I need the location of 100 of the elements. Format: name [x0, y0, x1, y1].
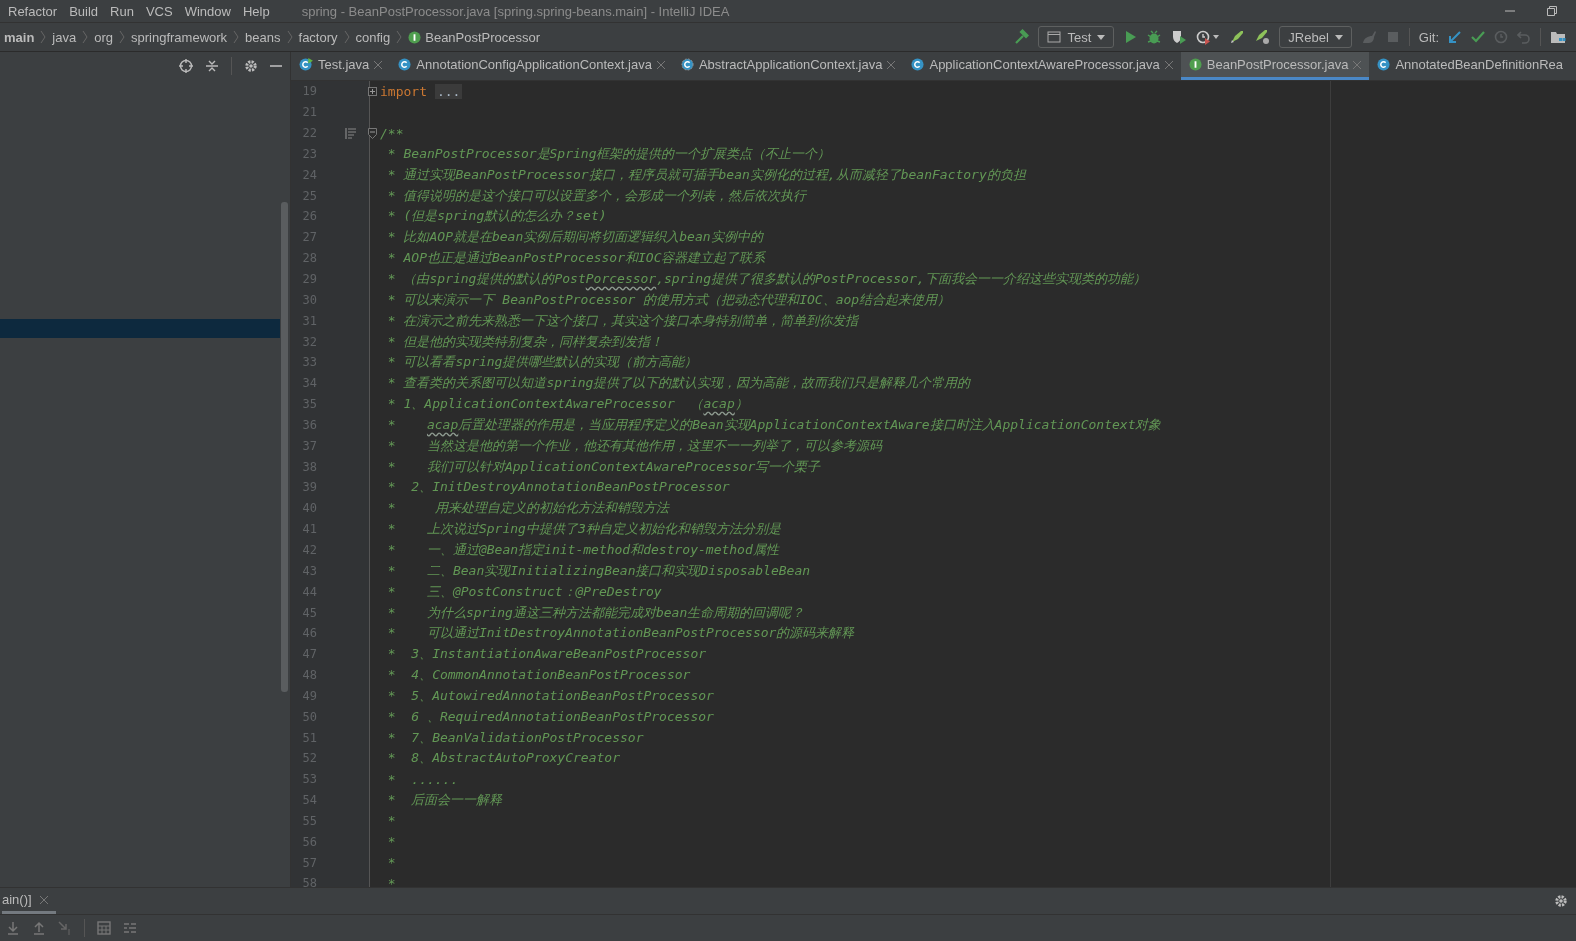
comment-text: * 4、CommonAnnotationBeanPostProcessor	[386, 666, 691, 685]
settings-icon[interactable]	[1554, 894, 1568, 908]
comment-text: * 用来处理自定义的初始化方法和销毁方法	[386, 499, 669, 518]
comment-text: * 6 、RequiredAnnotationBeanPostProcessor	[386, 707, 714, 726]
editor-tab[interactable]: ApplicationContextAwareProcessor.java	[903, 52, 1181, 80]
close-icon[interactable]	[374, 60, 383, 69]
comment-text: * 7、BeanValidationPostProcessor	[386, 728, 644, 747]
comment-text: *	[386, 876, 396, 887]
menu-item[interactable]: VCS	[145, 3, 173, 19]
run-config-dropdown[interactable]: Test	[1038, 26, 1115, 48]
close-icon[interactable]	[39, 895, 48, 904]
interface-icon	[1188, 58, 1202, 71]
close-icon[interactable]	[887, 60, 896, 69]
settings-icon[interactable]	[244, 59, 258, 73]
run-tab[interactable]: ain()]	[2, 888, 56, 914]
scrollbar-thumb[interactable]	[281, 202, 288, 692]
editor-tab[interactable]: AnnotatedBeanDefinitionRea	[1369, 52, 1572, 80]
class-icon	[1377, 58, 1391, 71]
doc-render-icon[interactable]	[345, 127, 357, 139]
download-icon[interactable]	[6, 921, 20, 935]
window-title: spring - BeanPostProcessor.java [spring.spring-beans.main] - IntelliJ IDEA	[301, 3, 730, 19]
hammer-icon[interactable]	[1013, 29, 1030, 45]
comment-text: *	[386, 834, 396, 850]
comment-text: * 二、Bean实现InitializingBean接口和实现DisposableBean	[386, 561, 811, 580]
breadcrumb-item[interactable]: springframework	[131, 29, 228, 45]
class-run-icon	[299, 58, 313, 71]
editor-tab[interactable]: BeanPostProcessor.java	[1180, 52, 1370, 80]
comment-text: * 值得说明的是这个接口可以设置多个，会形成一个列表，然后依次执行	[386, 186, 807, 205]
comment-text: * AOP也正是通过BeanPostProcessor和IOC容器建立起了联系	[386, 249, 766, 268]
update-arrow-icon[interactable]	[1448, 30, 1462, 44]
locate-icon[interactable]	[179, 59, 193, 73]
comment-text: * 查看类的关系图可以知道spring提供了以下的默认实现，因为高能，故而我们只是解释几个常用的	[386, 374, 971, 393]
comment-text: * 比如AOP就是在bean实例后期间将切面逻辑织入bean实例中的	[386, 228, 763, 247]
comment-text: * 一、通过@Bean指定init-method和destroy-method属性	[386, 541, 779, 559]
chevron-icon	[286, 30, 293, 44]
chevron-icon	[40, 30, 47, 44]
caret-icon	[1097, 34, 1106, 40]
class-icon	[911, 58, 925, 71]
list-icon[interactable]	[123, 921, 137, 935]
comment-text: * 上次说过Spring中提供了3种自定义初始化和销毁方法分别是	[386, 520, 781, 539]
arrow-cursor-icon[interactable]	[58, 921, 72, 935]
shield-run-icon[interactable]	[1171, 29, 1188, 45]
abstract-class-icon	[680, 58, 694, 71]
comment-text: * 3、InstantiationAwareBeanPostProcessor	[386, 645, 707, 664]
restore-icon[interactable]	[1546, 5, 1558, 17]
stop-icon[interactable]	[1385, 30, 1400, 44]
close-icon[interactable]	[656, 60, 665, 69]
run-icon[interactable]	[1123, 30, 1138, 44]
jrebel-dropdown[interactable]: JRebel	[1279, 26, 1352, 48]
clock-run-icon[interactable]	[1196, 29, 1221, 45]
comment-text: * 2、InitDestroyAnnotationBeanPostProcessor	[386, 478, 730, 497]
comment-text: * acap后置处理器的作用是，当应用程序定义的Bean实现ApplicationContextAware接口时注入ApplicationContext对象	[386, 415, 1162, 434]
breadcrumb-item[interactable]: BeanPostProcessor	[408, 29, 541, 45]
breadcrumb-item[interactable]: beans	[245, 29, 281, 45]
comment-text: * 可以通过InitDestroyAnnotationBeanPostProcessor的源码来解释	[386, 624, 855, 643]
comment-text: * 5、AutowiredAnnotationBeanPostProcessor	[386, 686, 714, 705]
calculator-icon[interactable]	[97, 921, 111, 935]
chevron-icon	[233, 30, 240, 44]
editor-tab[interactable]: AbstractApplicationContext.java	[672, 52, 904, 80]
comment-text: * 后面会一一解释	[386, 791, 503, 810]
breadcrumb-item[interactable]: factory	[298, 29, 338, 45]
breadcrumb-item[interactable]: main	[4, 29, 35, 45]
comment-text: * 但是他的实现类特别复杂，同样复杂到发指！	[386, 332, 664, 351]
editor-tab[interactable]: AnnotationConfigApplicationContext.java	[390, 52, 673, 80]
interface-icon	[408, 30, 422, 44]
close-icon[interactable]	[1353, 60, 1362, 69]
comment-text: * 1、ApplicationContextAwareProcessor （acap）	[386, 395, 748, 414]
folded-code[interactable]: ...	[434, 83, 463, 99]
menu-item[interactable]: Refactor	[8, 3, 58, 19]
comment-text: *	[386, 855, 396, 871]
collapse-icon[interactable]	[205, 59, 219, 73]
undo-icon[interactable]	[1517, 30, 1531, 44]
comment-text: * 8、AbstractAutoProxyCreator	[386, 749, 620, 768]
comment-text: * 三、@PostConstruct：@PreDestroy	[386, 582, 662, 601]
comment-text: * 可以看看spring提供哪些默认的实现（前方高能）	[386, 353, 698, 372]
folder-grid-icon[interactable]	[1550, 30, 1566, 44]
editor-tab[interactable]: Test.java	[291, 52, 391, 80]
chevron-icon	[82, 30, 89, 44]
collapse-fold-icon[interactable]	[367, 127, 377, 139]
comment-text: * 通过实现BeanPostProcessor接口，程序员就可插手bean实例化的过程,从而减轻了beanFactory的负担	[386, 165, 1026, 184]
comment-text: * 在演示之前先来熟悉一下这个接口，其实这个接口本身特别简单，简单到你发指	[386, 311, 859, 330]
breadcrumb-item[interactable]: org	[94, 29, 113, 45]
expand-fold-icon[interactable]	[367, 86, 377, 96]
window-icon	[1047, 31, 1062, 43]
checkmark-icon[interactable]	[1471, 30, 1485, 44]
close-icon[interactable]	[1164, 60, 1173, 69]
menu-item[interactable]: Help	[242, 3, 270, 19]
breadcrumb-item[interactable]: java	[52, 29, 77, 45]
comment-text: * （由spring提供的默认的PostPorcessor,spring提供了很多默认的PostProcessor,下面我会一一介绍这些实现类的功能）	[386, 270, 1146, 288]
comment-text: * 可以来演示一下 BeanPostProcessor 的使用方式（把动态代理和IOC、aop结合起来使用）	[386, 290, 951, 309]
chevron-icon	[396, 30, 403, 44]
upload-icon[interactable]	[32, 921, 46, 935]
comment-text: /**	[380, 125, 404, 141]
menu-item[interactable]: Window	[184, 3, 231, 19]
comment-text: * ......	[386, 771, 459, 787]
breadcrumb-item[interactable]: config	[355, 29, 391, 45]
menu-item[interactable]: Run	[110, 3, 134, 19]
bug-icon[interactable]	[1146, 29, 1163, 45]
history-icon[interactable]	[1494, 30, 1508, 44]
menu-item[interactable]: Build	[69, 3, 99, 19]
